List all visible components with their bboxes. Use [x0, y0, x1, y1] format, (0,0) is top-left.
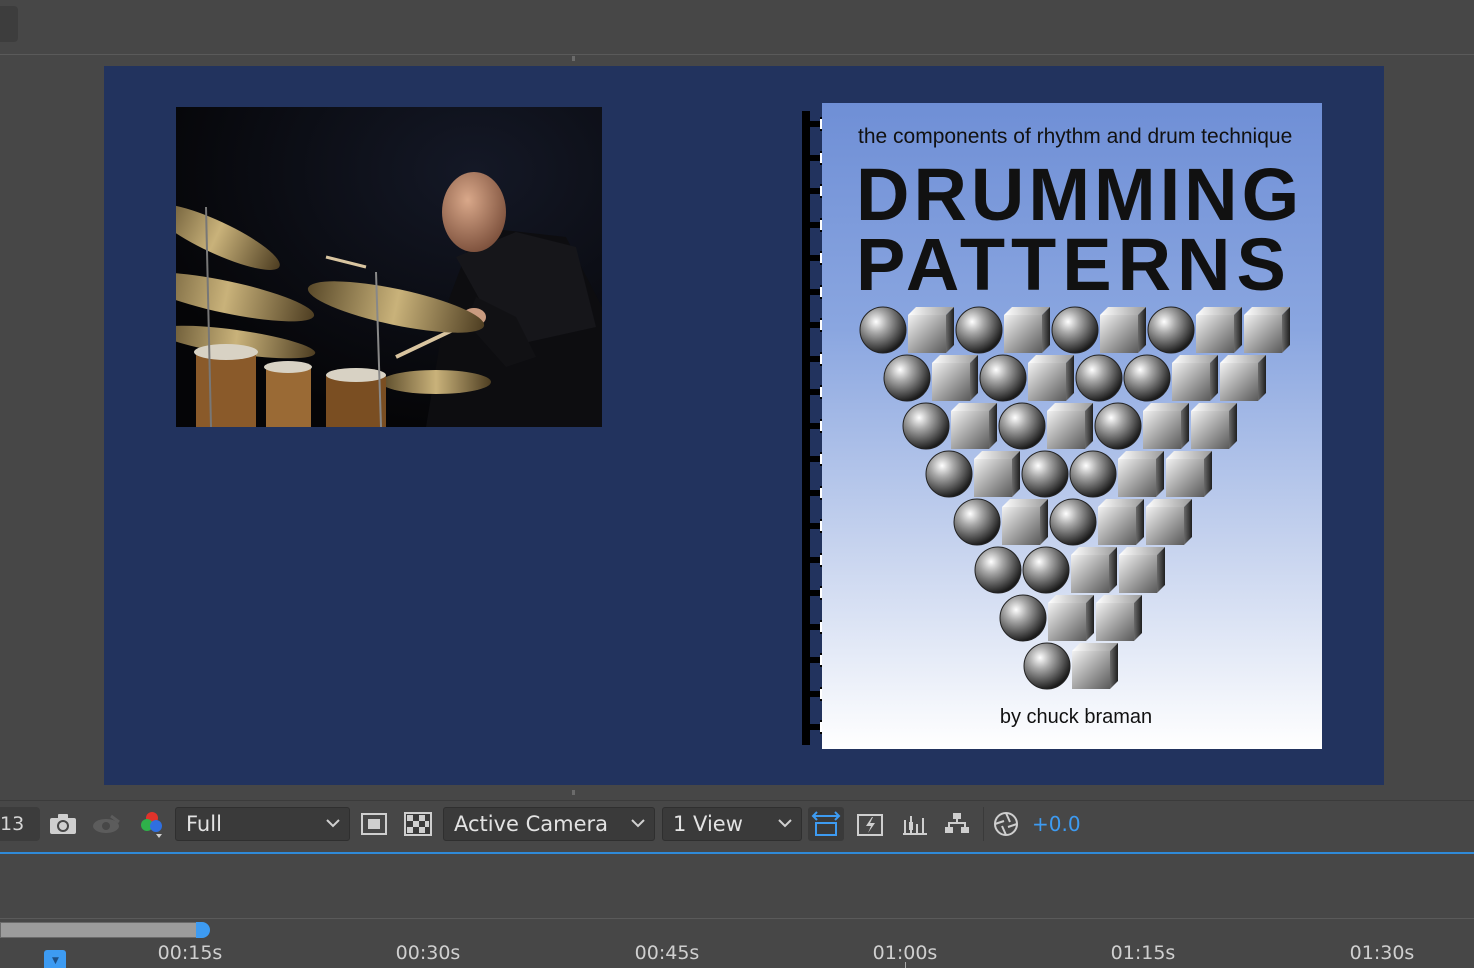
sphere-shape [979, 354, 1027, 402]
timeline-icon[interactable] [899, 807, 931, 841]
cube-shape [1028, 355, 1074, 401]
toolbar-divider [983, 807, 984, 841]
cube-shape [1047, 403, 1093, 449]
book-cover-layer[interactable]: the components of rhythm and drum techni… [800, 103, 1322, 749]
sphere-shape [1021, 450, 1069, 498]
cube-shape [908, 307, 954, 353]
sphere-shape [1049, 498, 1097, 546]
sphere-shape [998, 402, 1046, 450]
work-area-bar[interactable] [0, 922, 200, 938]
sphere-shape [955, 306, 1003, 354]
sphere-shape [1051, 306, 1099, 354]
sphere-shape [1094, 402, 1142, 450]
camera-value: Active Camera [454, 812, 609, 836]
sphere-shape [1069, 450, 1117, 498]
chevron-down-icon [630, 808, 646, 852]
active-camera-dropdown[interactable]: Active Camera [443, 807, 655, 841]
cube-shape [1143, 403, 1189, 449]
show-snapshot-icon[interactable] [91, 807, 123, 841]
sphere-shape [883, 354, 931, 402]
fast-previews-icon[interactable] [854, 807, 886, 841]
cube-shape [1119, 547, 1165, 593]
view-layout-dropdown[interactable]: 1 View [662, 807, 802, 841]
sphere-shape [925, 450, 973, 498]
cube-shape [1196, 307, 1242, 353]
cube-shape [951, 403, 997, 449]
transparency-grid-icon[interactable] [402, 807, 434, 841]
current-time-indicator[interactable]: ▼ [44, 950, 66, 968]
drummer-video-frame [176, 107, 602, 427]
cube-shape [1098, 499, 1144, 545]
book-author: by chuck braman [999, 706, 1153, 728]
reset-exposure-icon[interactable] [990, 807, 1022, 841]
cube-shape [1146, 499, 1192, 545]
playhead-arrow-icon: ▼ [52, 956, 59, 966]
time-tick-label: 01:30s [1349, 942, 1415, 964]
cube-shape [1072, 643, 1118, 689]
sphere-shape [999, 594, 1047, 642]
cube-shape [1191, 403, 1237, 449]
viewer-resize-handle-bottom[interactable] [572, 790, 575, 795]
region-of-interest-icon[interactable] [358, 807, 390, 841]
book-cover: the components of rhythm and drum techni… [822, 103, 1322, 749]
cube-shape [1002, 499, 1048, 545]
time-tick-label: 00:15s [157, 942, 223, 964]
panel-header [0, 0, 1474, 55]
sphere-shape [953, 498, 1001, 546]
toggle-pixel-aspect-icon[interactable] [808, 807, 844, 841]
sphere-shape [1075, 354, 1123, 402]
cube-shape [1071, 547, 1117, 593]
time-tick-label: 00:30s [395, 942, 461, 964]
sphere-shape [902, 402, 950, 450]
cube-shape [1100, 307, 1146, 353]
cube-shape [1172, 355, 1218, 401]
chevron-down-icon [777, 808, 793, 852]
sphere-shape [1023, 642, 1071, 690]
sphere-shape [1022, 546, 1070, 594]
cube-shape [1048, 595, 1094, 641]
cube-shape [1244, 307, 1290, 353]
cube-shape [1004, 307, 1050, 353]
view-layout-value: 1 View [673, 812, 743, 836]
time-tick-label: 00:45s [634, 942, 700, 964]
exposure-value[interactable]: +0.0 [1032, 807, 1081, 841]
magnification-dropdown[interactable]: 13 [0, 807, 40, 841]
resolution-value: Full [186, 812, 222, 836]
sphere-shape [1123, 354, 1171, 402]
timeline-divider [0, 918, 1474, 919]
cube-shape [1166, 451, 1212, 497]
cube-shape [1118, 451, 1164, 497]
snapshot-camera-icon[interactable] [47, 807, 79, 841]
sphere-cube-pyramid-graphic [859, 306, 1290, 690]
viewer-toolbar: 13 Full Active Camera 1 View +0.0 [0, 800, 1474, 849]
time-tick-label: 01:00s [872, 942, 938, 964]
video-layer-drummer[interactable] [176, 107, 602, 427]
viewer-resize-handle-top[interactable] [572, 56, 575, 61]
sphere-shape [1147, 306, 1195, 354]
cube-shape [974, 451, 1020, 497]
time-tick-label: 01:15s [1110, 942, 1176, 964]
sphere-shape [974, 546, 1022, 594]
cube-shape [1096, 595, 1142, 641]
cube-shape [1220, 355, 1266, 401]
color-channels-icon[interactable] [136, 807, 168, 841]
time-tick-mark [905, 962, 906, 968]
flowchart-icon[interactable] [941, 807, 973, 841]
chevron-down-icon [325, 808, 341, 852]
sphere-shape [859, 306, 907, 354]
resolution-dropdown[interactable]: Full [175, 807, 350, 841]
panel-tab[interactable] [0, 6, 18, 42]
cube-shape [932, 355, 978, 401]
